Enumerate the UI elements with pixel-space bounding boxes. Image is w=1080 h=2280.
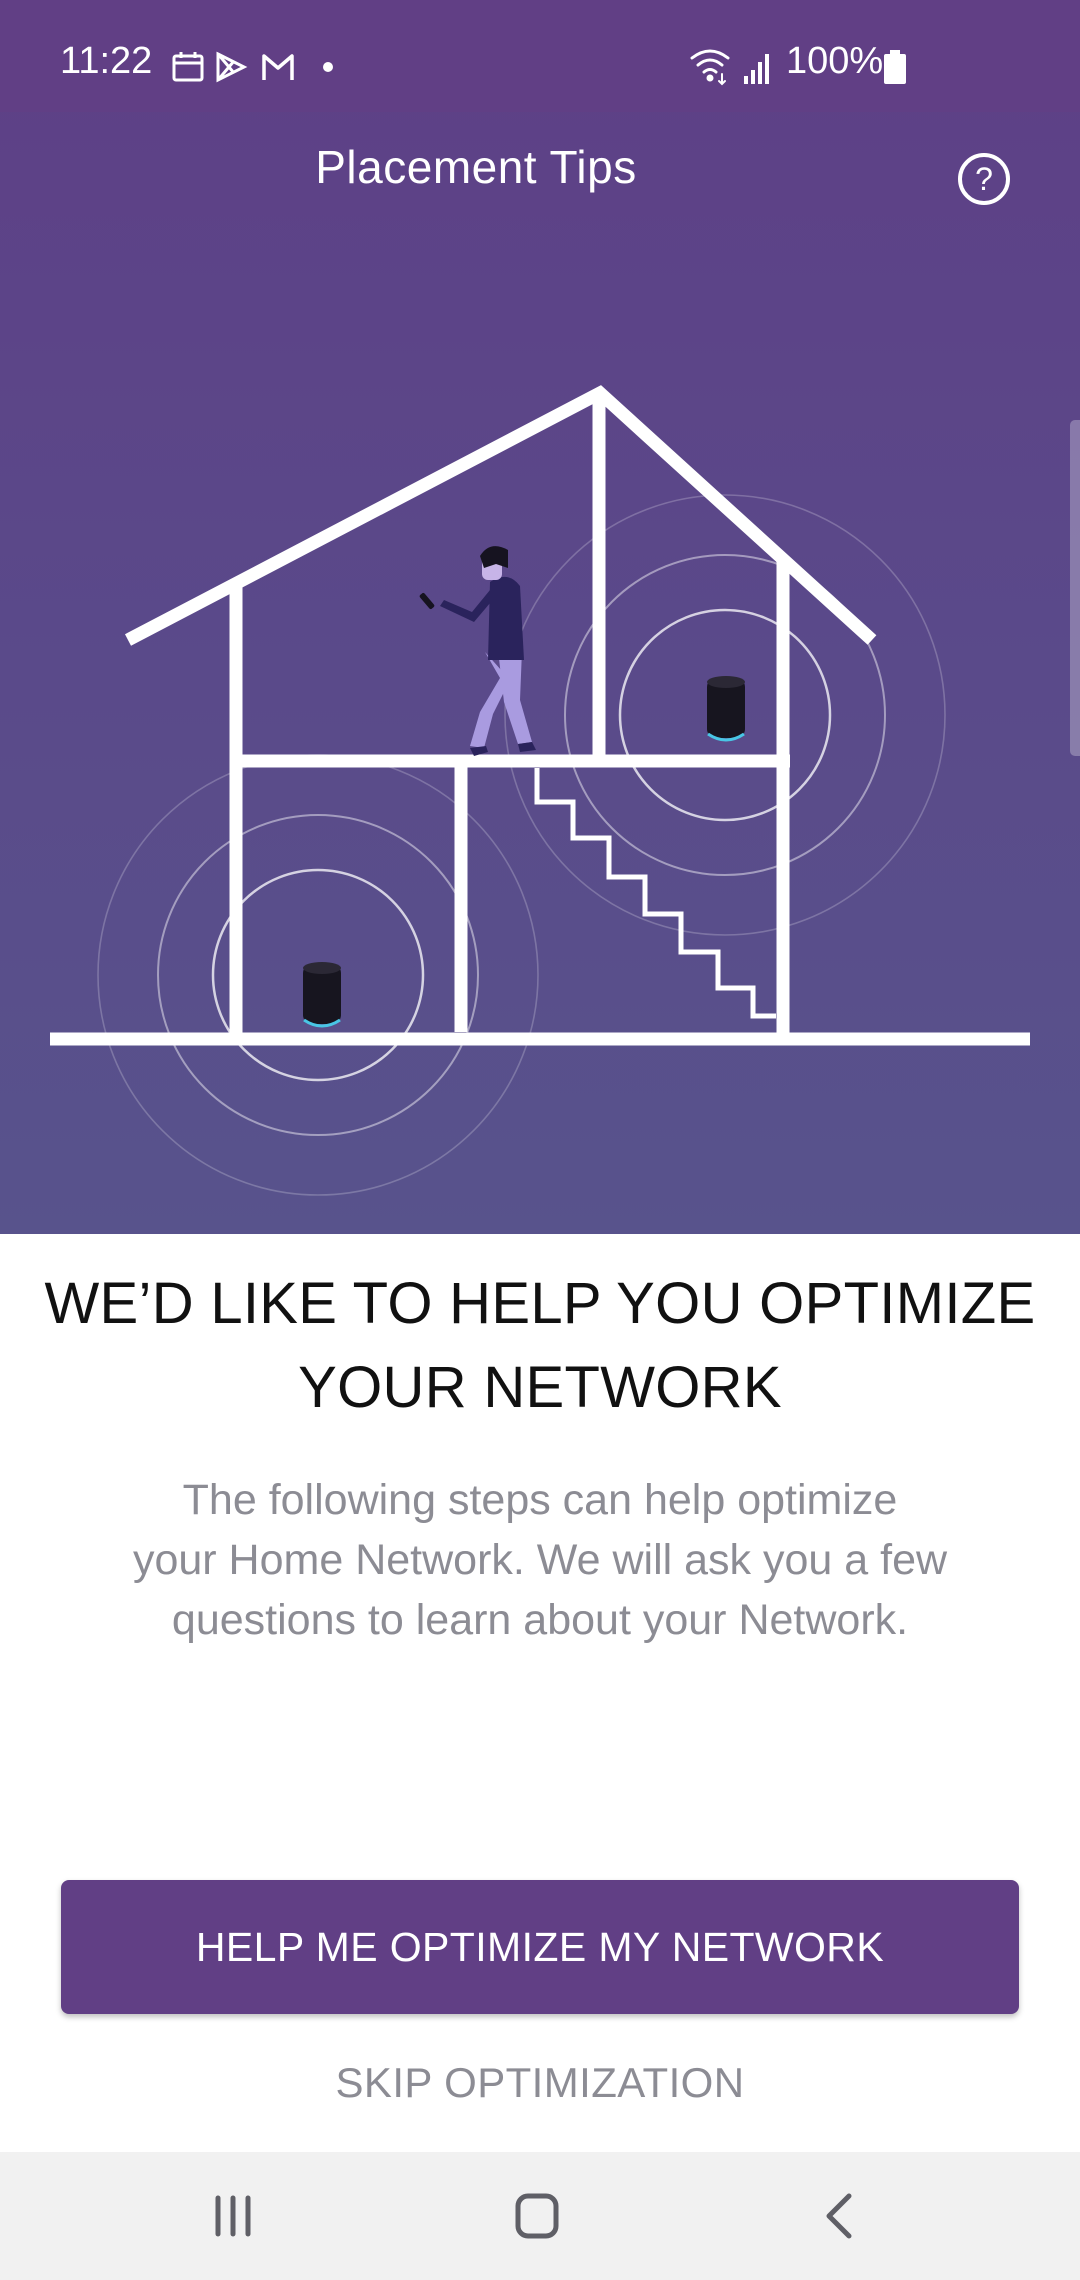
skip-optimization-button[interactable]: SKIP OPTIMIZATION <box>240 2048 840 2118</box>
headline: WE’D LIKE TO HELP YOU OPTIMIZE YOUR NETW… <box>40 1262 1040 1430</box>
description-text: The following steps can help optimize yo… <box>70 1470 1010 1650</box>
page-title: Placement Tips <box>315 141 637 193</box>
back-icon <box>826 2193 852 2239</box>
home-icon <box>515 2193 559 2239</box>
play-store-icon <box>216 51 248 83</box>
house-network-illustration <box>50 385 1030 1196</box>
description-line-1: The following steps can help optimize <box>182 1476 898 1524</box>
status-notification-icons <box>172 51 333 83</box>
help-me-optimize-button[interactable]: HELP ME OPTIMIZE MY NETWORK <box>61 1880 1019 2014</box>
status-bar: 11:22 100% <box>0 0 1080 112</box>
calendar-icon <box>172 52 204 82</box>
help-me-optimize-label: HELP ME OPTIMIZE MY NETWORK <box>195 1923 885 1970</box>
status-time: 11:22 <box>60 40 153 82</box>
hero-section: 11:22 100% Placement Tips ? <box>0 0 1080 1234</box>
recent-apps-icon <box>215 2195 251 2237</box>
headline-line-2: YOUR NETWORK <box>298 1355 782 1420</box>
house-outline <box>50 385 1030 1046</box>
staircase <box>534 768 776 1019</box>
system-navigation-bar <box>0 2152 1080 2280</box>
placement-tips-screen: 11:22 100% Placement Tips ? WE’D LIKE TO… <box>0 0 1080 2280</box>
description-line-3: questions to learn about your Network. <box>171 1596 909 1644</box>
help-button[interactable]: ? <box>957 152 1011 206</box>
headline-line-1: WE’D LIKE TO HELP YOU OPTIMIZE <box>44 1271 1036 1336</box>
recent-apps-button[interactable] <box>173 2176 293 2256</box>
dot-icon <box>323 62 333 72</box>
description-line-2: your Home Network. We will ask you a few <box>132 1536 948 1584</box>
help-circle-icon: ? <box>958 153 1010 205</box>
upper-router-icon <box>707 676 745 742</box>
status-system-icons <box>690 49 769 86</box>
back-button[interactable] <box>779 2176 899 2256</box>
signal-icon <box>744 54 769 84</box>
lower-router-icon <box>303 962 341 1028</box>
svg-text:?: ? <box>975 161 993 197</box>
battery-icon <box>884 50 906 84</box>
gmail-icon <box>262 54 294 80</box>
wifi-icon <box>690 49 730 86</box>
person-with-phone-illustration <box>419 546 536 756</box>
home-button[interactable] <box>477 2176 597 2256</box>
battery-percentage: 100% <box>786 40 884 82</box>
